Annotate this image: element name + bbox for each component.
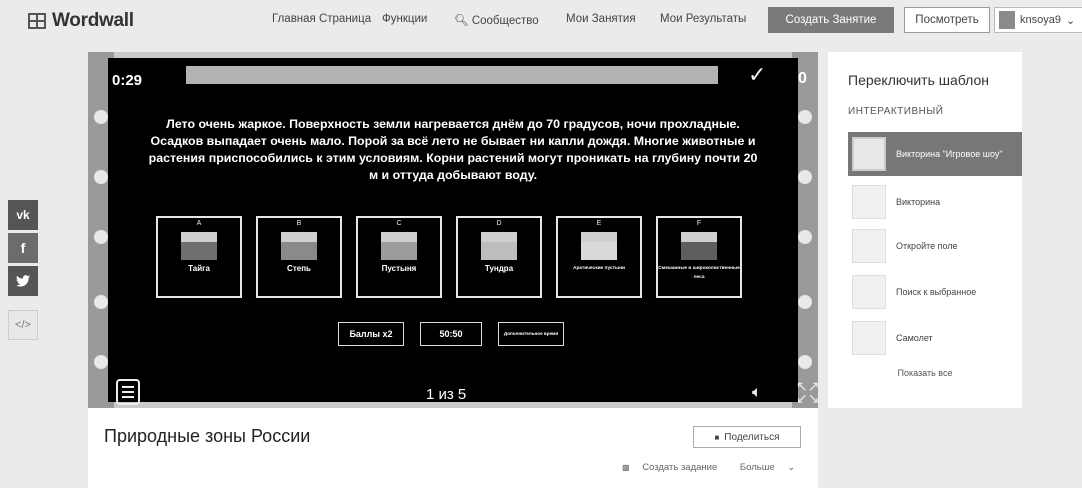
option-image (681, 232, 717, 260)
user-menu[interactable]: knsoya9 ⌄ (994, 7, 1082, 33)
user-name: knsoya9 (1020, 14, 1061, 26)
whack-icon (852, 275, 886, 309)
option-letter: D (496, 220, 502, 227)
panel-header: Переключить шаблон (848, 72, 990, 88)
task-icon: ▩ (622, 463, 630, 472)
option-image (381, 232, 417, 260)
logo-icon (28, 13, 46, 29)
logo[interactable]: Wordwall (28, 10, 134, 32)
extra-time-button[interactable]: Дополнительное время (498, 322, 564, 346)
nav-home[interactable]: Главная Страница (272, 13, 371, 25)
double-points-button[interactable]: Баллы x2 (338, 322, 404, 346)
option-letter: A (196, 220, 202, 227)
facebook-icon: f (20, 240, 26, 256)
template-name: Викторина (896, 196, 941, 207)
answer-option-e[interactable]: E Арктические пустыни (556, 216, 642, 298)
option-label: Тайга (188, 264, 210, 273)
search-icon: 🔍︎ (454, 15, 469, 27)
nav-features[interactable]: Функции (382, 13, 427, 25)
nav-community[interactable]: 🔍︎ Сообщество (454, 13, 539, 27)
option-label: Степь (287, 264, 311, 273)
quiz-icon (852, 185, 886, 219)
panel-category: ИНТЕРАКТИВНЫЙ (848, 106, 944, 117)
logo-text: Wordwall (52, 10, 134, 31)
score: 0 (798, 70, 807, 87)
option-image (481, 232, 517, 260)
answer-option-a[interactable]: A Тайга (156, 216, 242, 298)
open-box-icon (852, 229, 886, 263)
template-name: Самолет (896, 332, 933, 343)
template-quiz-show[interactable]: Викторина "Игровое шоу" (848, 132, 1022, 176)
template-quiz[interactable]: Викторина (848, 180, 1022, 224)
share-button[interactable]: ■ Поделиться (693, 426, 801, 448)
option-letter: F (696, 220, 702, 227)
fifty-fifty-button[interactable]: 50:50 (420, 322, 482, 346)
airplane-icon (852, 321, 886, 355)
activity-title: Природные зоны России (104, 426, 311, 446)
fullscreen-icon[interactable]: ↖↗ ↙↘ (796, 379, 819, 405)
nav-my-activities[interactable]: Мои Занятия (566, 13, 636, 25)
question-text: Лето очень жаркое. Поверхность земли наг… (148, 117, 758, 182)
avatar (999, 11, 1015, 29)
option-label: Пустыня (381, 264, 417, 273)
top-header: Wordwall Главная Страница Функции 🔍︎ Соо… (0, 0, 1082, 40)
template-name: Поиск к выбранное (896, 286, 977, 297)
twitter-icon (16, 275, 30, 287)
template-open-box[interactable]: Откройте поле (848, 224, 1022, 268)
template-whack[interactable]: Поиск к выбранное (848, 270, 1022, 314)
answer-option-d[interactable]: D Тундра (456, 216, 542, 298)
option-image (181, 232, 217, 260)
share-label: Поделиться (724, 431, 780, 443)
nav-community-label: Сообщество (471, 15, 539, 27)
timer: 0:29 (112, 72, 143, 89)
login-button[interactable]: Посмотреть (904, 7, 990, 33)
option-label: Арктические пустыни (573, 266, 625, 271)
menu-button[interactable] (116, 379, 140, 405)
vk-share-button[interactable]: vk (8, 200, 38, 230)
option-letter: E (596, 220, 602, 227)
facebook-share-button[interactable]: f (8, 233, 38, 263)
chevron-down-icon: ⌄ (1065, 14, 1076, 27)
template-airplane[interactable]: Самолет (848, 316, 1022, 360)
template-name: Викторина "Игровое шоу" (896, 148, 1003, 159)
vk-icon: vk (16, 208, 30, 222)
game-screen: 0:29 ✓ 0 Лето очень жаркое. Поверхность … (108, 58, 819, 405)
nav-my-results[interactable]: Мои Результаты (660, 13, 746, 25)
sound-icon[interactable]: 🔈︎ (752, 384, 762, 402)
create-task-link[interactable]: ▩ Создать задание (622, 462, 730, 473)
more-link[interactable]: Больше ⌄ (740, 462, 805, 473)
answer-option-f[interactable]: F Смешанные и широколиственные леса (656, 216, 742, 298)
twitter-share-button[interactable] (8, 266, 38, 296)
template-switcher-panel: Переключить шаблон ИНТЕРАКТИВНЫЙ Виктори… (828, 52, 1022, 408)
progress-bar (186, 66, 718, 84)
option-image (281, 232, 317, 260)
option-label: Смешанные и широколиственные леса (658, 266, 740, 280)
option-image (581, 232, 617, 260)
quiz-show-icon (852, 137, 886, 171)
answer-option-b[interactable]: B Степь (256, 216, 342, 298)
create-task-label: Создать задание (642, 462, 718, 473)
option-letter: B (296, 220, 302, 227)
create-activity-button[interactable]: Создать Занятие (768, 7, 894, 33)
option-label: Тундра (484, 264, 514, 273)
show-all-link[interactable]: Показать все (828, 368, 1022, 378)
chevron-down-icon: ⌄ (787, 462, 796, 473)
option-letter: C (396, 220, 402, 227)
more-label: Больше (739, 462, 775, 473)
answer-option-c[interactable]: C Пустыня (356, 216, 442, 298)
page-indicator: 1 из 5 (426, 386, 467, 403)
game-player: 0:29 ✓ 0 Лето очень жаркое. Поверхность … (88, 52, 819, 408)
template-name: Откройте поле (896, 240, 958, 251)
embed-button[interactable]: </> (8, 310, 38, 340)
embed-icon: </> (15, 319, 31, 331)
lock-icon: ■ (714, 432, 720, 442)
title-links: ▩ Создать задание Больше ⌄ (622, 462, 815, 473)
check-icon: ✓ (748, 62, 767, 87)
activity-title-card: Природные зоны России ■ Поделиться ▩ Соз… (88, 408, 818, 488)
